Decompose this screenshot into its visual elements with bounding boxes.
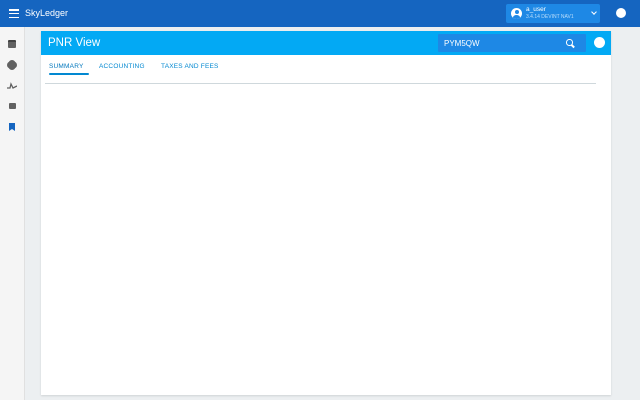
app-bar: SkyLedger a_user 3.4.14 DEVINT NAV1 [0,0,640,27]
rail-item-book[interactable] [6,100,18,112]
side-nav-rail [0,27,25,400]
active-tab-indicator [49,73,89,75]
pnr-search-box [438,34,586,52]
tab-taxes-and-fees[interactable]: TAXES AND FEES [157,59,227,83]
book-icon [8,103,16,109]
flow-icon [7,82,17,89]
tab-label: TAXES AND FEES [161,63,219,70]
search-icon[interactable] [565,38,575,48]
rail-item-settings[interactable] [6,59,18,71]
tab-label: SUMMARY [49,63,84,70]
pnr-search-input[interactable] [444,37,554,49]
header-toggle-button[interactable] [594,37,605,48]
status-indicator[interactable] [616,8,626,18]
rail-item-flow[interactable] [6,80,18,92]
gear-icon [8,61,16,69]
app-name: SkyLedger [25,8,69,18]
user-menu-button[interactable]: a_user 3.4.14 DEVINT NAV1 [506,4,600,23]
tabs-divider [45,83,596,84]
chevron-down-icon [591,9,597,15]
page-title: PNR View [48,37,101,49]
rail-item-pnr[interactable] [6,121,18,133]
bookmark-icon [9,123,15,131]
menu-icon[interactable] [9,9,19,18]
pnr-view-card: PNR View SUMMARY ACCOUNTING TAXES AND FE… [41,31,611,395]
calendar-icon [8,40,16,48]
tab-accounting[interactable]: ACCOUNTING [95,59,155,83]
card-header: PNR View [41,31,611,55]
rail-item-calendar[interactable] [6,38,18,50]
tab-summary[interactable]: SUMMARY [45,59,89,83]
user-name: a_user [526,6,546,13]
tab-bar: SUMMARY ACCOUNTING TAXES AND FEES [45,59,227,83]
account-circle-icon [511,8,522,19]
user-environment: 3.4.14 DEVINT NAV1 [526,14,574,20]
tab-label: ACCOUNTING [99,63,145,70]
